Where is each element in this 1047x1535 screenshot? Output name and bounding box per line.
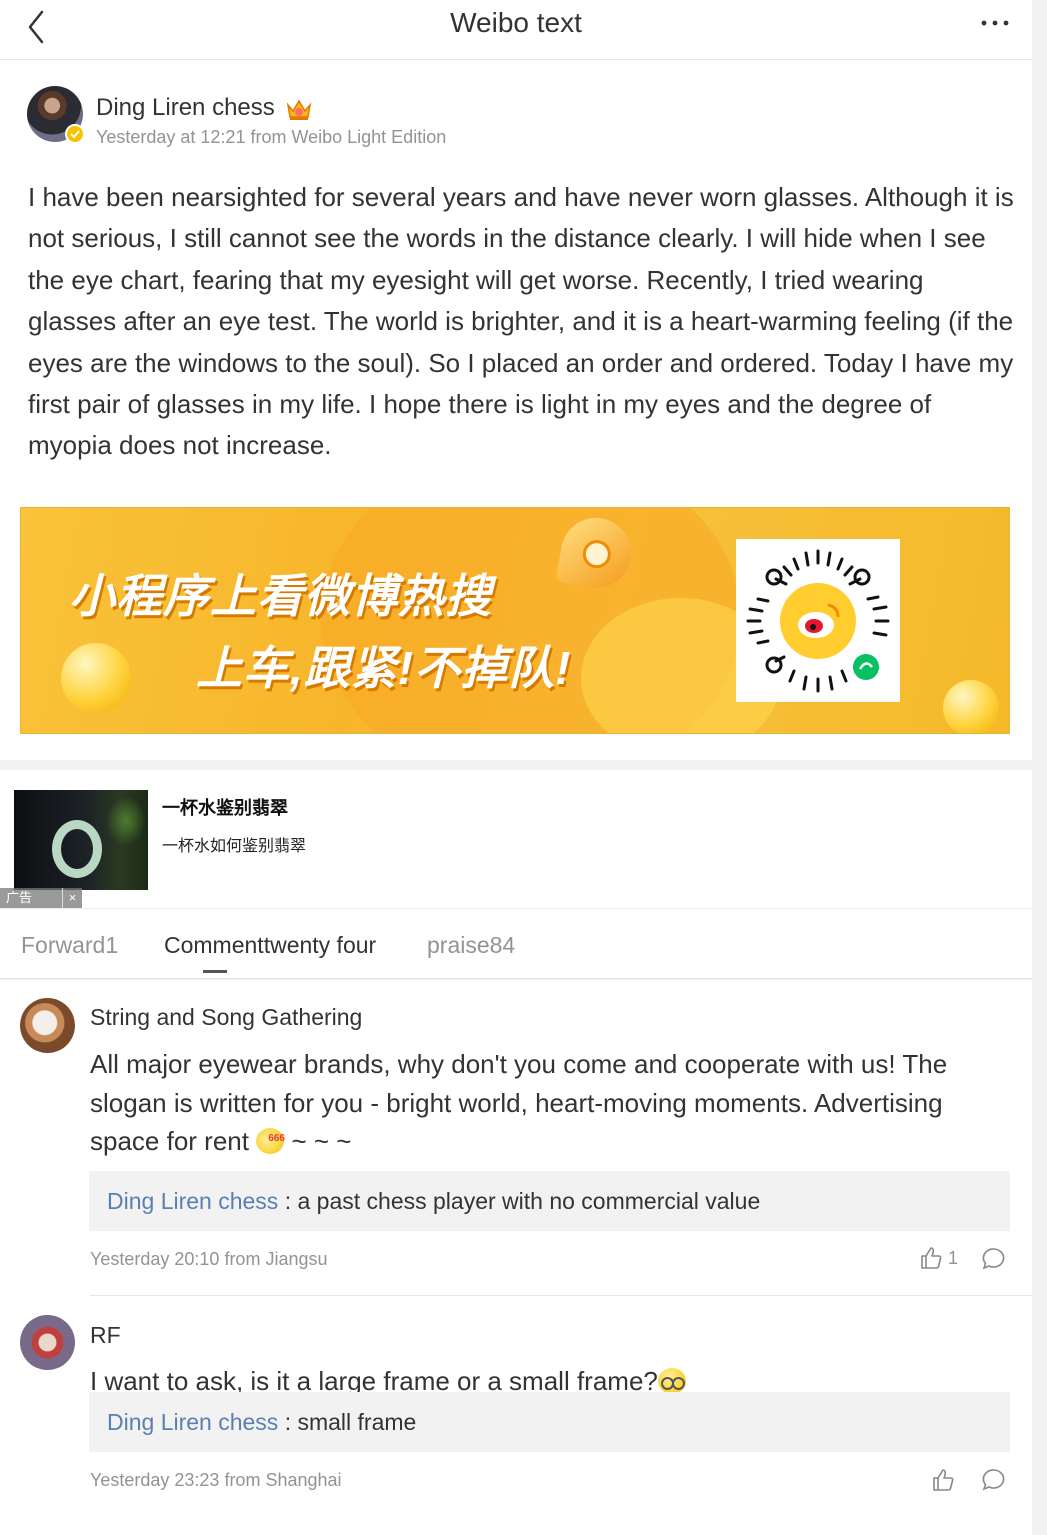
- jade-bangle: [52, 820, 102, 878]
- plant-decoration: [106, 796, 146, 846]
- avatar[interactable]: [20, 1315, 75, 1370]
- comment-tail: ~ ~ ~: [291, 1126, 352, 1156]
- mini-program-banner[interactable]: 小程序上看微博热搜 上车,跟紧!不掉队!: [20, 507, 1010, 734]
- top-navigation-bar: Weibo text: [0, 0, 1032, 60]
- banner-headline: 小程序上看微博热搜: [69, 570, 492, 622]
- reply-text: : a past chess player with no commercial…: [278, 1188, 761, 1214]
- reply-button[interactable]: [981, 1246, 1007, 1272]
- ad-label: 广告 ×: [0, 888, 82, 908]
- weibo-qr-code-icon[interactable]: [736, 539, 900, 702]
- comment-text: All major eyewear brands, why don't you …: [90, 1045, 1010, 1161]
- comment-author[interactable]: String and Song Gathering: [90, 1004, 362, 1031]
- thumbs-up-icon: [933, 1469, 954, 1491]
- verified-badge-icon: [65, 124, 85, 144]
- author-reply[interactable]: Ding Liren chess : a past chess player w…: [89, 1171, 1010, 1231]
- like-count: 1: [948, 1248, 959, 1268]
- comment-meta: Yesterday 23:23 from Shanghai: [90, 1470, 342, 1490]
- ad-title[interactable]: 一杯水鉴别翡翠: [162, 794, 288, 820]
- post-author-name[interactable]: Ding Liren chess: [96, 94, 275, 122]
- comment-bubble-icon: [982, 1469, 1005, 1491]
- comment-meta: Yesterday 20:10 from Jiangsu: [90, 1249, 328, 1269]
- page-title: Weibo text: [450, 7, 582, 38]
- scrollbar-track: [1032, 0, 1047, 1535]
- ad-label-text: 广告: [6, 890, 33, 905]
- avatar[interactable]: [20, 998, 75, 1053]
- ad-subtitle: 一杯水如何鉴别翡翠: [162, 838, 307, 855]
- post-meta: Yesterday at 12:21 from Weibo Light Edit…: [96, 127, 447, 147]
- like-button[interactable]: 1: [918, 1245, 978, 1275]
- interaction-tabs: Forward1 Commenttwenty four praise84: [0, 908, 1032, 979]
- reply-author[interactable]: Ding Liren chess: [107, 1409, 278, 1435]
- emoji-tag: 666: [268, 1133, 285, 1144]
- crown-badge-icon: [285, 96, 313, 122]
- more-horizontal-icon[interactable]: [978, 8, 1012, 38]
- comment-bubble-icon: [982, 1248, 1005, 1270]
- close-ad-button[interactable]: ×: [62, 888, 82, 908]
- weibo-post-card: Ding Liren chess Yesterday at 12:21 from…: [0, 60, 1032, 760]
- tab-praise[interactable]: praise84: [427, 932, 515, 959]
- banner-subheadline: 上车,跟紧!不掉队!: [196, 642, 572, 694]
- thumbs-up-icon: [921, 1247, 942, 1269]
- active-tab-indicator: [203, 970, 227, 973]
- banner-ball-decoration: [61, 643, 131, 713]
- comment-divider: [90, 1295, 1032, 1296]
- comment-body: All major eyewear brands, why don't you …: [90, 1049, 948, 1156]
- reply-author[interactable]: Ding Liren chess: [107, 1188, 278, 1214]
- jade-bangle-thumbnail[interactable]: [14, 790, 148, 890]
- banner-ball-decoration: [943, 680, 999, 733]
- reply-text: : small frame: [278, 1409, 417, 1435]
- glasses-emoji-icon: [657, 1368, 686, 1394]
- author-reply[interactable]: Ding Liren chess : small frame: [89, 1392, 1010, 1452]
- advertisement-card[interactable]: 广告 × 一杯水鉴别翡翠 一杯水如何鉴别翡翠: [0, 770, 1032, 908]
- comment-author[interactable]: RF: [90, 1322, 121, 1349]
- post-text: I have been nearsighted for several year…: [28, 182, 1014, 461]
- comment-list: String and Song Gathering All major eyew…: [0, 980, 1032, 1535]
- tab-comments[interactable]: Commenttwenty four: [164, 932, 376, 959]
- tab-forward[interactable]: Forward1: [21, 932, 118, 959]
- reply-button[interactable]: [981, 1467, 1007, 1493]
- 666-emoji-icon: 666: [256, 1128, 285, 1154]
- avatar[interactable]: [27, 86, 85, 144]
